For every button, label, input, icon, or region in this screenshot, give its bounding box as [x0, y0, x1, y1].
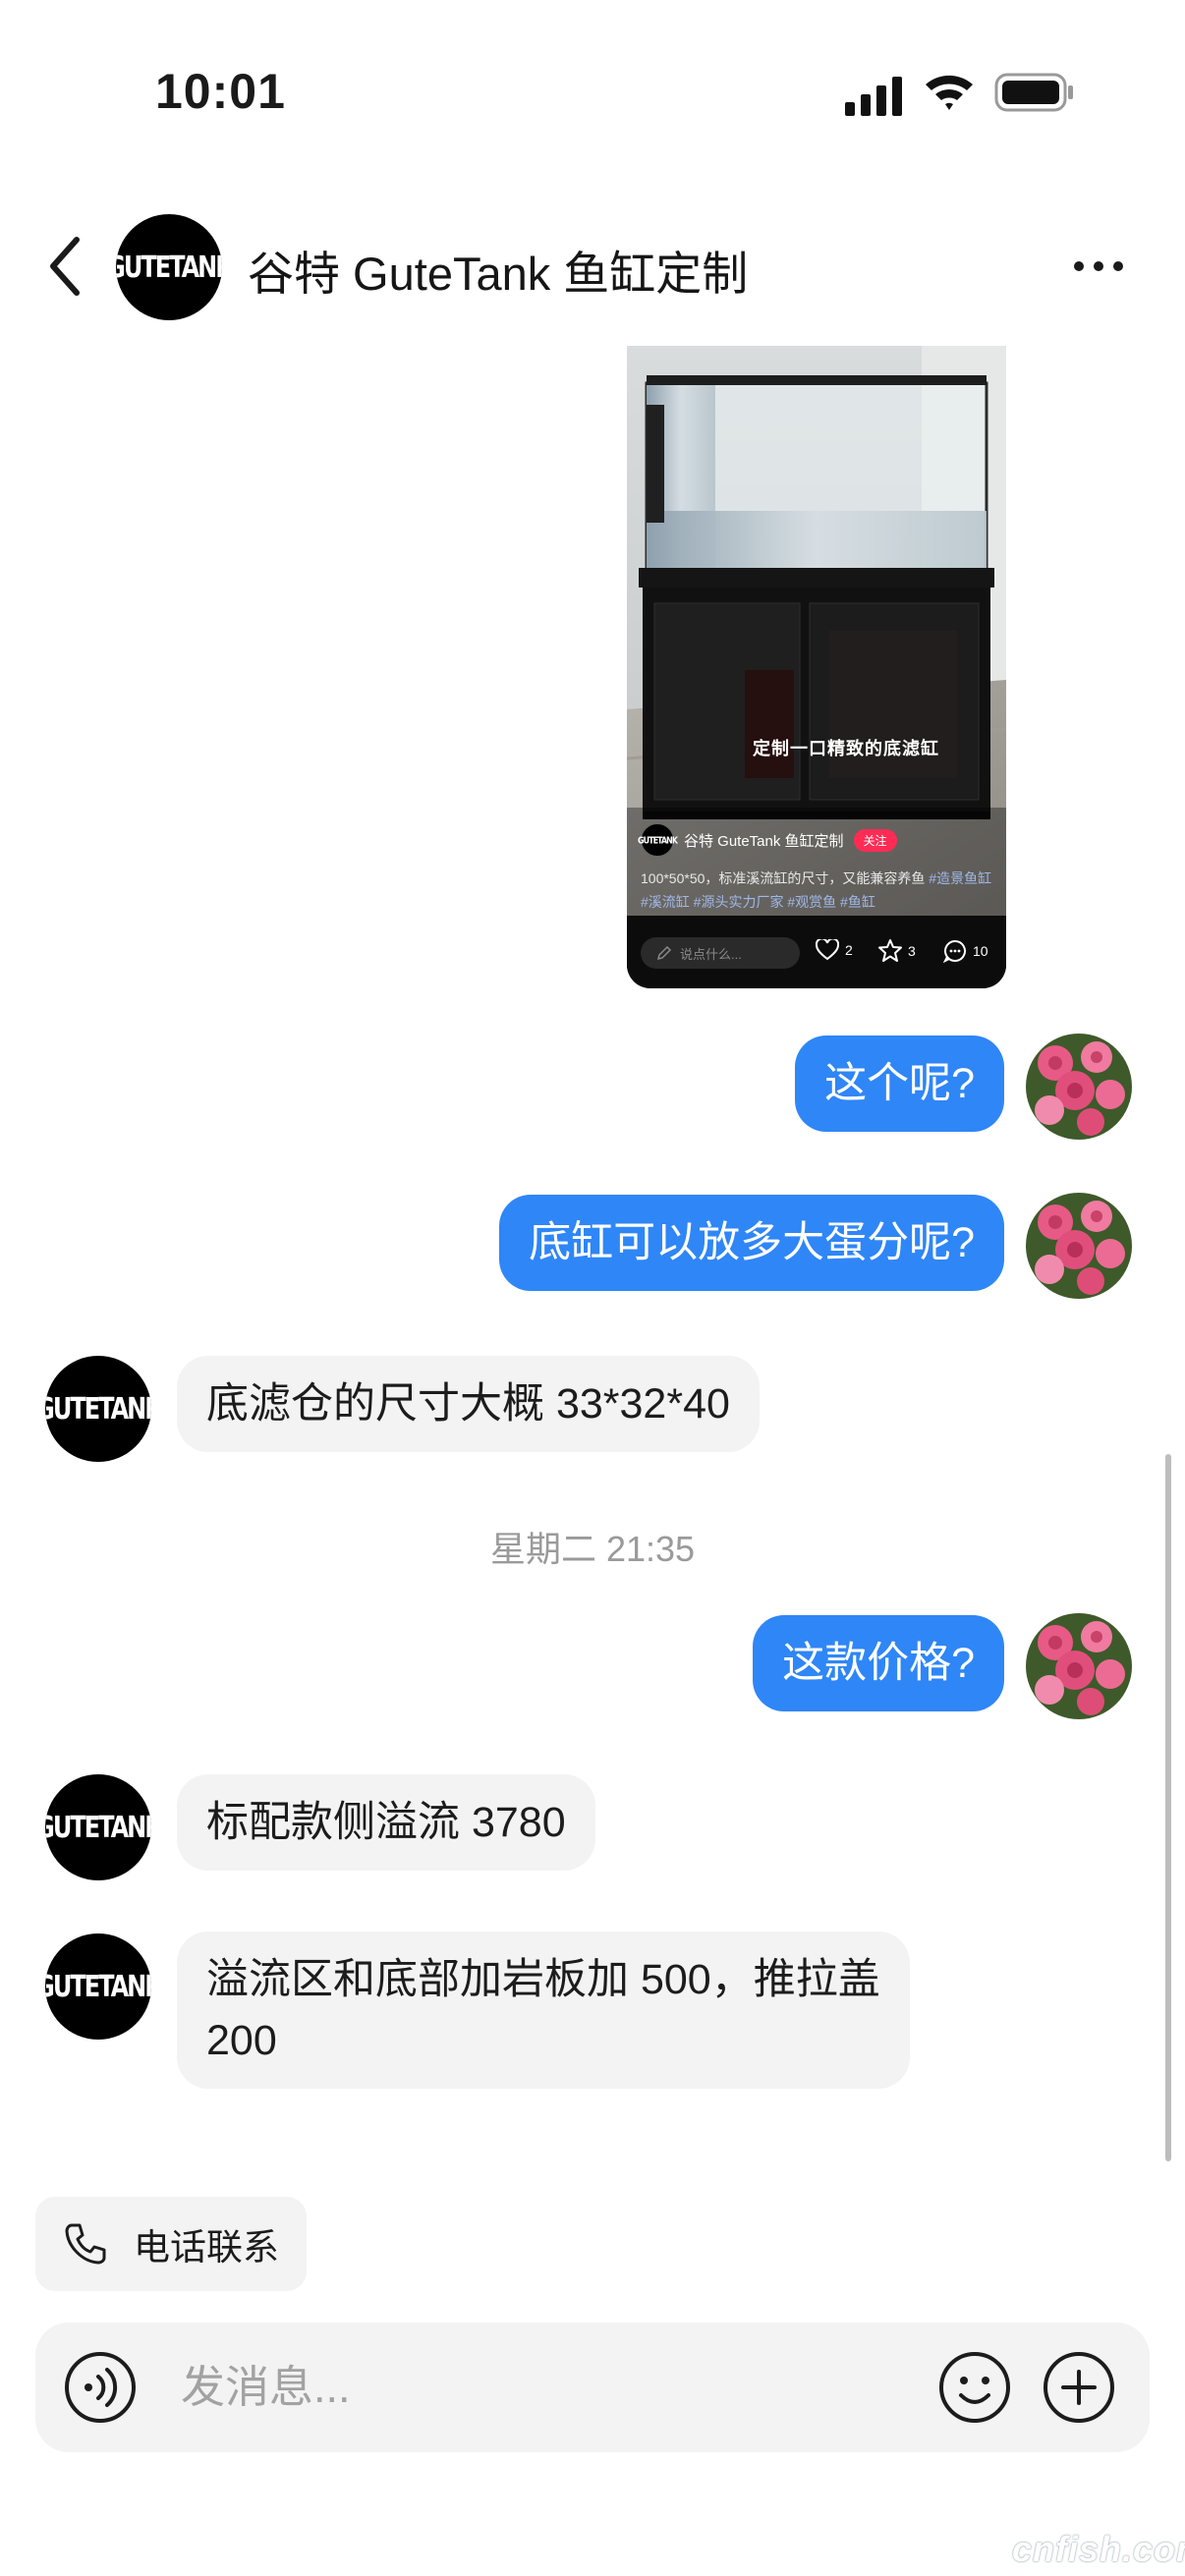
wifi-icon	[926, 75, 973, 110]
message-bubble-shop[interactable]: 底滤仓的尺寸大概 33*32*40	[177, 1356, 760, 1452]
emoji-icon[interactable]	[937, 2350, 1012, 2425]
rose-avatar-image	[1026, 1193, 1132, 1299]
video-favorite-stat[interactable]: 3	[878, 939, 916, 962]
message-input[interactable]	[181, 2352, 928, 2423]
video-action-bar: 说点什么... 2 3 10	[627, 918, 1006, 988]
message-bubble-mine[interactable]: 这个呢?	[795, 1036, 1004, 1132]
video-author-name[interactable]: 谷特 GuteTank 鱼缸定制	[684, 830, 844, 851]
video-caption: 定制一口精致的底滤缸	[753, 739, 939, 758]
message-bubble-mine[interactable]: 底缸可以放多大蛋分呢?	[499, 1195, 1004, 1291]
video-author-avatar[interactable]: GUTETANK	[638, 823, 678, 857]
shop-logo-text: GUTETANK	[45, 1810, 151, 1845]
plus-icon[interactable]	[1042, 2350, 1116, 2425]
video-like-count: 2	[845, 942, 853, 958]
video-description: 100*50*50，标准溪流缸的尺寸，又能兼容养鱼 #造景鱼缸 #溪流缸 #源头…	[641, 867, 994, 914]
chat-scrollbar[interactable]	[1165, 1454, 1171, 2161]
message-bubble-shop[interactable]: 标配款侧溢流 3780	[177, 1774, 595, 1871]
phone-contact-label: 电话联系	[134, 2227, 279, 2268]
comment-bubble-icon	[943, 939, 966, 963]
shop-logo-text: GUTETANK	[45, 1969, 151, 2004]
video-comment-input[interactable]: 说点什么...	[641, 937, 800, 969]
video-description-text: 100*50*50，标准溪流缸的尺寸，又能兼容养鱼	[641, 870, 926, 886]
message-bubble-shop[interactable]: 溢流区和底部加岩板加 500，推拉盖 200	[177, 1932, 910, 2089]
my-avatar[interactable]	[1026, 1193, 1132, 1299]
follow-button[interactable]: 关注	[853, 828, 897, 852]
cellular-signal-icon	[845, 77, 902, 116]
video-author-logo: GUTETANK	[638, 834, 678, 846]
shop-message-avatar[interactable]: GUTETANK	[45, 1774, 151, 1880]
video-author-row: GUTETANK 谷特 GuteTank 鱼缸定制 关注	[638, 823, 897, 857]
phone-contact-button[interactable]: 电话联系	[35, 2197, 307, 2291]
message-line: 溢流区和底部加岩板加 500，推拉盖	[206, 1956, 880, 2003]
message-bubble-mine[interactable]: 这款价格?	[753, 1615, 1004, 1711]
shop-logo-text: GUTETANK	[116, 250, 222, 285]
video-comment-stat[interactable]: 10	[943, 939, 988, 963]
video-comment-count: 10	[973, 943, 988, 959]
battery-icon	[994, 73, 1073, 112]
heart-icon	[816, 939, 839, 961]
rose-avatar-image	[1026, 1613, 1132, 1719]
message-line: 200	[206, 2017, 277, 2064]
shop-message-avatar[interactable]: GUTETANK	[45, 1356, 151, 1462]
status-bar: 10:01	[0, 0, 1185, 196]
back-arrow-icon[interactable]	[43, 232, 92, 301]
status-time: 10:01	[155, 64, 286, 119]
chat-header: GUTETANK 谷特 GuteTank 鱼缸定制	[0, 196, 1185, 334]
shop-message-avatar[interactable]: GUTETANK	[45, 1933, 151, 2040]
message-composer	[35, 2323, 1150, 2452]
shared-video-card[interactable]: 定制一口精致的底滤缸 GUTETANK 谷特 GuteTank 鱼缸定制 关注 …	[627, 346, 1006, 988]
star-icon	[878, 939, 902, 962]
pencil-icon	[656, 945, 672, 961]
my-avatar[interactable]	[1026, 1034, 1132, 1140]
phone-icon	[65, 2223, 106, 2265]
video-favorite-count: 3	[908, 942, 916, 959]
more-options-icon[interactable]	[1071, 252, 1126, 281]
chat-title: 谷特 GuteTank 鱼缸定制	[248, 248, 749, 300]
video-like-stat[interactable]: 2	[816, 939, 853, 961]
shop-logo-text: GUTETANK	[45, 1391, 151, 1427]
shop-avatar[interactable]: GUTETANK	[116, 214, 222, 320]
site-watermark: cnfish.com	[1012, 2529, 1185, 2569]
rose-avatar-image	[1026, 1034, 1132, 1140]
voice-input-icon[interactable]	[63, 2350, 138, 2425]
video-comment-placeholder: 说点什么...	[680, 946, 742, 962]
message-timestamp: 星期二 21:35	[489, 1529, 696, 1569]
my-avatar[interactable]	[1026, 1613, 1132, 1719]
